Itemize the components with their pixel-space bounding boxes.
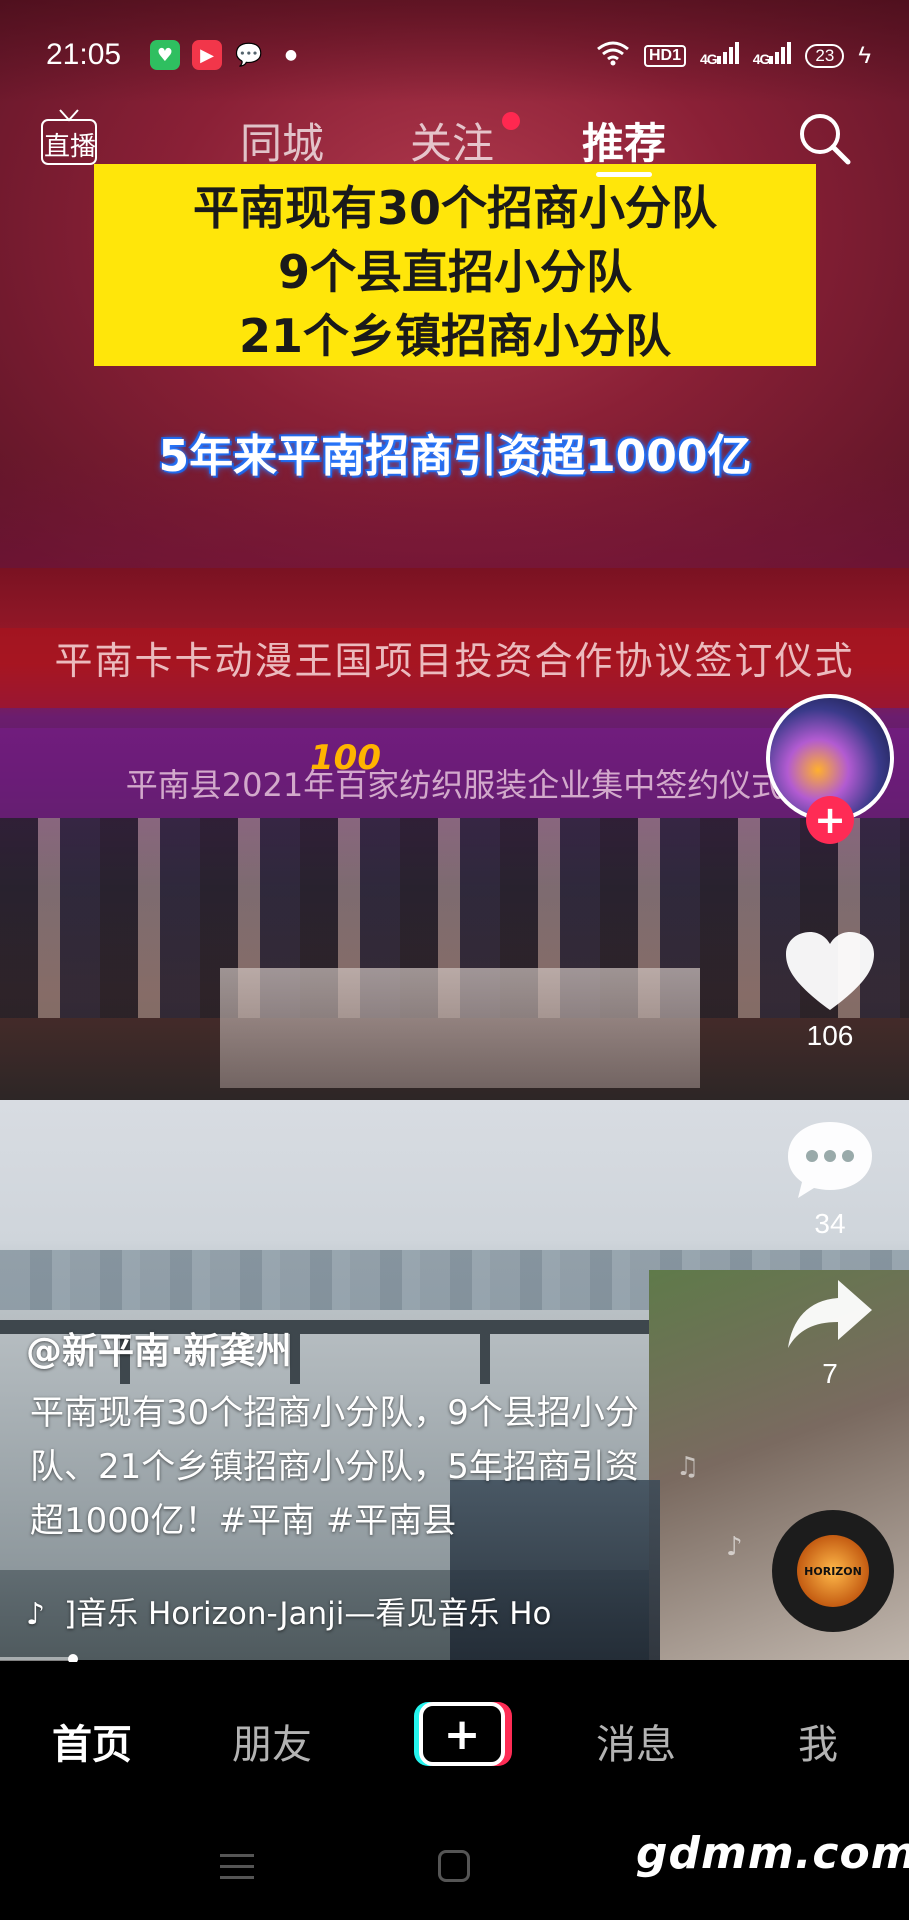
share-arrow-icon (788, 1280, 872, 1348)
tab-me[interactable]: 我 (798, 1712, 838, 1770)
tab-friends[interactable]: 朋友 (232, 1712, 312, 1770)
bridge-pier (480, 1334, 490, 1384)
create-post-button[interactable]: + (414, 1702, 512, 1766)
charging-icon: ϟ (858, 42, 871, 69)
home-square-icon[interactable] (438, 1850, 470, 1882)
tab-following[interactable]: 关注 (410, 110, 494, 171)
wifi-icon (596, 40, 630, 72)
chat-notification-icon: 💬 (235, 42, 263, 68)
status-indicators: HD1 4G 4G 23 ϟ (596, 40, 871, 72)
caption-line-1: 平南现有30个招商小分队 (192, 181, 717, 235)
battery-icon: 23 (805, 44, 845, 68)
recents-menu-icon[interactable] (220, 1854, 254, 1880)
follow-plus-icon[interactable]: + (806, 796, 854, 844)
signal-icon-1: 4G (700, 42, 739, 70)
signal-icon-2: 4G (753, 42, 792, 70)
plus-icon: + (419, 1702, 505, 1766)
like-count: 106 (806, 1020, 854, 1051)
clock: 21:05 (46, 38, 122, 71)
active-tab-indicator (596, 172, 652, 177)
floating-note-icon: ♪ (726, 1532, 743, 1562)
share-count: 7 (822, 1358, 838, 1389)
tab-recommended[interactable]: 推荐 (582, 110, 666, 171)
heart-icon (786, 932, 874, 1010)
search-icon[interactable] (796, 110, 852, 166)
comment-button[interactable]: 34 (780, 1118, 880, 1240)
comment-icon (788, 1122, 872, 1198)
share-button[interactable]: 7 (780, 1276, 880, 1390)
author-name[interactable]: @新平南·新龚州 (26, 1322, 292, 1374)
banner-caption-1: 平南卡卡动漫王国项目投资合作协议签订仪式 (54, 639, 855, 683)
post-description[interactable]: 平南现有30个招商小分队，9个县招小分队、21个乡镇招商小分队，5年招商引资超1… (30, 1386, 650, 1548)
site-watermark: gdmm.com (636, 1828, 909, 1879)
tab-messages[interactable]: 消息 (596, 1712, 676, 1770)
live-label: 直播 (44, 132, 97, 162)
tab-home[interactable]: 首页 (52, 1712, 132, 1770)
hd-voice-icon: HD1 (643, 45, 686, 67)
music-title: ]音乐 Horizon-Janji—看见音乐 Ho (64, 1596, 552, 1632)
following-notification-dot (502, 112, 520, 130)
video-feed-screen: 平南现有30个招商小分队 9个县直招小分队 21个乡镇招商小分队 5年来平南招商… (0, 0, 909, 1920)
music-note-icon: ♪ (26, 1597, 46, 1632)
caption-line-3: 21个乡镇招商小分队 (238, 309, 671, 363)
caption-line-2: 9个县直招小分队 (277, 245, 632, 299)
bottom-tab-bar: 首页 朋友 + 消息 我 (0, 1662, 909, 1812)
music-disc[interactable]: HORIZON (772, 1510, 894, 1632)
video-app-notification-icon: ▶ (192, 40, 222, 70)
top-nav: 直播 同城 关注 推荐 (0, 100, 909, 180)
floating-note-icon: ♫ (676, 1452, 700, 1482)
tab-nearby[interactable]: 同城 (240, 110, 324, 171)
highlight-caption: 5年来平南招商引资超1000亿 (158, 431, 752, 482)
status-bar: 21:05 ♥ ▶ 💬 ● HD1 4G 4G 23 ϟ (0, 0, 909, 110)
album-cover: HORIZON (797, 1535, 869, 1607)
video-progress-bar[interactable] (0, 1657, 72, 1661)
wechat-notification-icon: ♥ (150, 40, 180, 70)
signing-table-image (220, 968, 700, 1088)
more-notifications-dot-icon: ● (284, 47, 298, 63)
music-marquee[interactable]: ♪ ]音乐 Horizon-Janji—看见音乐 Ho (26, 1588, 666, 1638)
like-button[interactable]: 106 (780, 930, 880, 1052)
live-button[interactable]: 直播 (40, 108, 98, 166)
comment-count: 34 (814, 1208, 846, 1239)
